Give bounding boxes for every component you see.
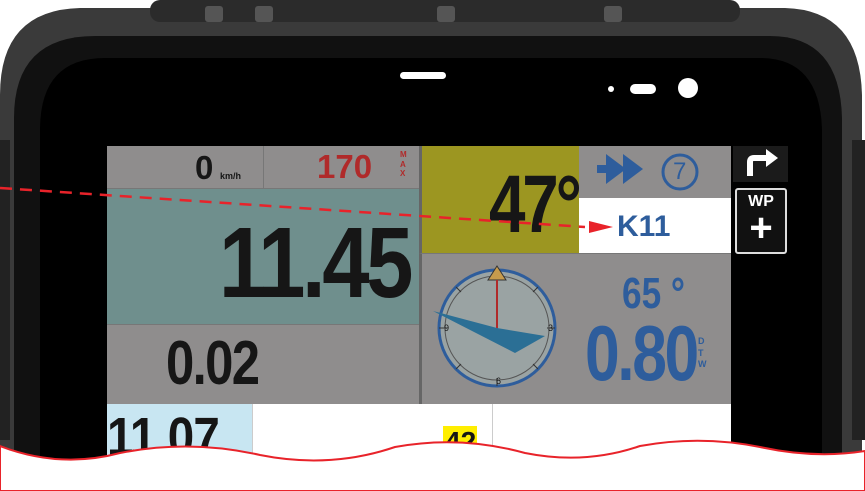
speed-cell: 0 km/h [107,146,264,188]
compass-cell: 9 3 6 65 ° 0.80 DTW [419,253,731,404]
plus-icon: + [749,206,773,250]
distance-main-value: 11.45 [219,207,413,319]
turn-right-icon [747,149,778,176]
compass-tick-9: 9 [444,323,450,333]
distance-main-cell: 11.45 [107,188,419,324]
speed-value: 0 [195,149,214,186]
torn-edge [0,439,865,491]
dtw-label: DTW [698,336,707,370]
route-step-number: 7 [673,158,687,185]
max-value: 170 [317,148,373,185]
compass-tick-3: 3 [548,323,554,333]
heading-value: 47° [489,159,579,250]
waypoint-cell[interactable]: K11 [579,198,731,253]
heading-cell: 47° [419,146,579,253]
max-label: MAX [400,150,407,179]
max-cell: 170 MAX [264,146,419,188]
turn-button[interactable] [733,146,788,182]
dtw-value: 0.80 [585,309,699,397]
distance-small-value: 0.02 [166,329,260,398]
speed-unit: km/h [220,171,242,181]
compass-tick-6: 6 [496,376,502,386]
waypoint-name: K11 [617,210,671,243]
route-step-cell: 7 [579,146,731,198]
add-waypoint-button[interactable]: WP + [735,188,787,254]
fast-forward-icon [597,153,699,191]
